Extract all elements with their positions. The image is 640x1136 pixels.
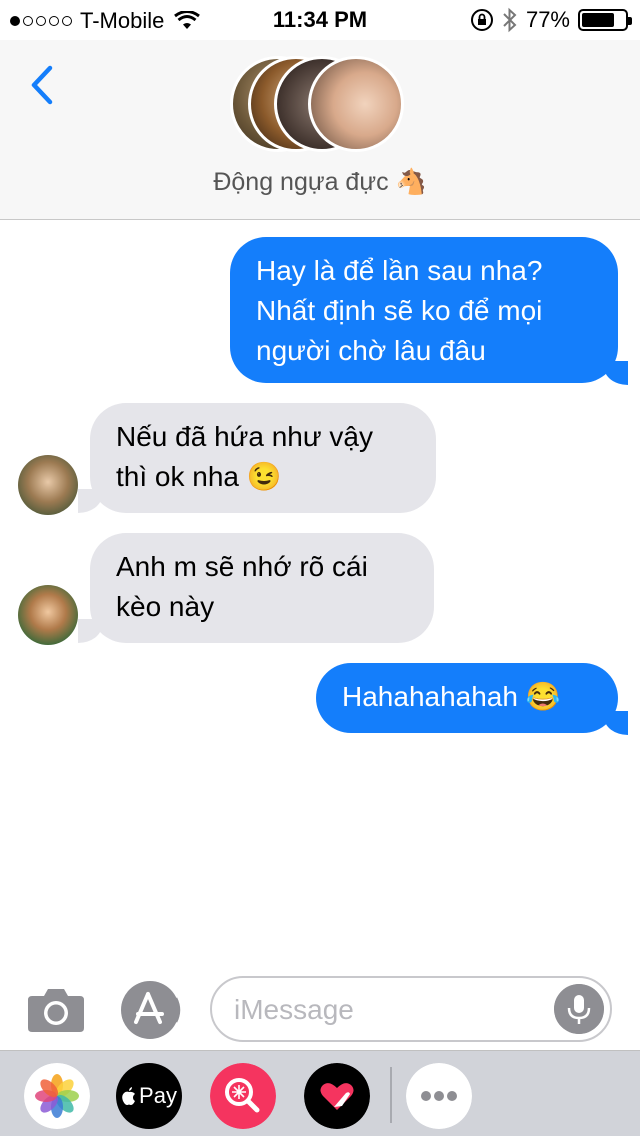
- orientation-lock-icon: [470, 9, 493, 31]
- avatar: [308, 56, 404, 152]
- app-drawer: Pay: [0, 1050, 640, 1136]
- digital-touch-icon[interactable]: [304, 1063, 370, 1129]
- bubble-tail: [78, 619, 102, 643]
- compose-bar: iMessage: [0, 972, 640, 1048]
- bubble-tail: [78, 489, 102, 513]
- app-store-icon[interactable]: [118, 978, 182, 1042]
- sender-avatar[interactable]: [18, 585, 78, 645]
- message-line: kèo này: [116, 591, 215, 622]
- apple-pay-label: Pay: [139, 1083, 177, 1108]
- microphone-icon[interactable]: [554, 984, 604, 1034]
- outgoing-message-bubble[interactable]: Hahahahahah 😂: [316, 663, 618, 733]
- message-line: Anh m sẽ nhớ rõ cái: [116, 551, 368, 582]
- apple-logo-icon: [122, 1087, 136, 1105]
- apple-pay-icon[interactable]: Pay: [116, 1063, 182, 1129]
- battery-percent: 77%: [525, 7, 570, 32]
- more-apps-icon[interactable]: [406, 1063, 472, 1129]
- drawer-divider: [390, 1067, 392, 1123]
- photos-app-icon[interactable]: [24, 1063, 90, 1129]
- message-list: Hay là để lần sau nha? Nhất định sẽ ko đ…: [0, 221, 640, 971]
- message-line: người chờ lâu đâu: [256, 335, 486, 366]
- message-line: Nếu đã hứa như vậy: [116, 421, 373, 452]
- back-chevron-icon[interactable]: [24, 60, 64, 110]
- message-input[interactable]: iMessage: [210, 976, 612, 1042]
- camera-icon[interactable]: [26, 984, 86, 1034]
- battery-icon: [578, 9, 632, 31]
- sender-avatar[interactable]: [18, 455, 78, 515]
- incoming-message-bubble[interactable]: Nếu đã hứa như vậy thì ok nha 😉: [90, 403, 436, 513]
- status-bar: T-Mobile 11:34 PM 77%: [0, 0, 640, 40]
- messages-screen: T-Mobile 11:34 PM 77% Động ngựa đực 🐴 Ha…: [0, 0, 640, 1136]
- group-avatar-stack[interactable]: [230, 54, 410, 158]
- bubble-tail: [604, 361, 628, 385]
- message-line: Nhất định sẽ ko để mọi: [256, 295, 543, 326]
- outgoing-message-bubble[interactable]: Hay là để lần sau nha? Nhất định sẽ ko đ…: [230, 237, 618, 383]
- search-images-icon[interactable]: [210, 1063, 276, 1129]
- conversation-header: Động ngựa đực 🐴: [0, 40, 640, 220]
- message-line: thì ok nha 😉: [116, 461, 282, 492]
- bubble-tail: [604, 711, 628, 735]
- message-line: Hay là để lần sau nha?: [256, 255, 543, 286]
- contact-name[interactable]: Động ngựa đực 🐴: [0, 168, 640, 197]
- bluetooth-icon: [503, 7, 517, 33]
- incoming-message-bubble[interactable]: Anh m sẽ nhớ rõ cái kèo này: [90, 533, 434, 643]
- message-input-placeholder: iMessage: [234, 994, 354, 1025]
- message-line: Hahahahahah 😂: [342, 681, 561, 712]
